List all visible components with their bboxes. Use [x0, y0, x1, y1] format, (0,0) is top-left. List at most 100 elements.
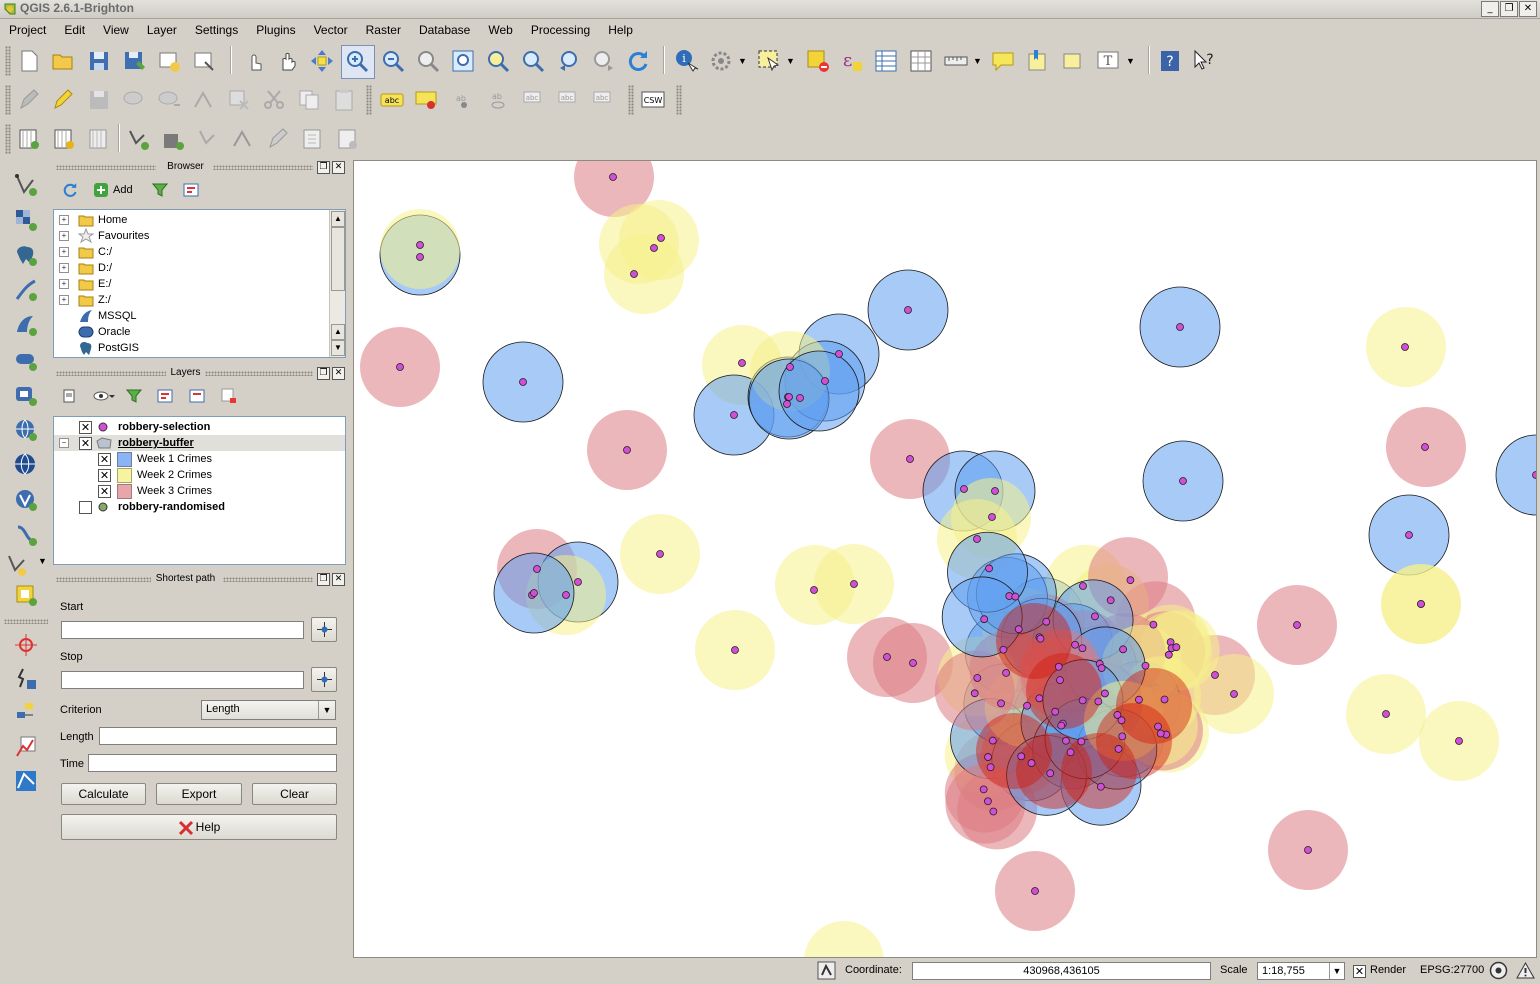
time-field[interactable]	[88, 754, 337, 772]
menu-project[interactable]: Project	[0, 20, 55, 40]
close-panel-button[interactable]: ✕	[332, 367, 345, 380]
legend-checkbox[interactable]: ✕	[98, 453, 111, 466]
expand-icon[interactable]: +	[59, 231, 69, 241]
add-virtual-layer-icon[interactable]	[13, 522, 39, 548]
menu-database[interactable]: Database	[410, 20, 479, 40]
layers-panel-header[interactable]: Layers ❐ ✕	[53, 366, 346, 380]
menu-settings[interactable]: Settings	[186, 20, 247, 40]
dropdown-arrow-icon[interactable]: ▼	[38, 556, 47, 566]
browser-item-postgis[interactable]: PostGIS	[54, 340, 329, 356]
legend-week-1[interactable]: ✕ Week 1 Crimes	[54, 451, 345, 467]
save-project-icon[interactable]	[86, 48, 112, 74]
toolbar-grip[interactable]	[676, 85, 682, 115]
georeferencer-icon[interactable]	[13, 666, 39, 692]
layer-visibility-checkbox[interactable]	[79, 501, 92, 514]
dropdown-arrow-icon[interactable]: ▼	[1126, 56, 1135, 66]
delete-selected-icon[interactable]	[226, 87, 252, 113]
legend-checkbox[interactable]: ✕	[98, 485, 111, 498]
zoom-out-icon[interactable]	[380, 48, 406, 74]
expand-all-icon[interactable]	[157, 388, 173, 404]
zoom-next-icon[interactable]	[591, 48, 617, 74]
csw-icon[interactable]: CSW	[640, 87, 666, 113]
add-raster-layer-icon[interactable]	[13, 207, 39, 233]
clear-button[interactable]: Clear	[252, 783, 337, 805]
rotate-label-icon[interactable]: abc	[555, 87, 581, 113]
toolbar-grip[interactable]	[366, 85, 372, 115]
current-edits-icon[interactable]	[16, 87, 42, 113]
select-by-expression-icon[interactable]: ε	[839, 48, 865, 74]
deselect-all-icon[interactable]	[805, 48, 831, 74]
stop-point-field[interactable]	[61, 671, 304, 689]
expand-icon[interactable]: +	[59, 215, 69, 225]
show-hide-labels-icon[interactable]: ab	[485, 87, 511, 113]
road-graph-icon[interactable]	[13, 734, 39, 760]
menu-edit[interactable]: Edit	[55, 20, 94, 40]
filter-icon[interactable]	[152, 182, 168, 198]
help-button[interactable]: Help	[61, 814, 337, 840]
capture-start-point-button[interactable]	[311, 617, 337, 642]
calculate-button[interactable]: Calculate	[61, 783, 146, 805]
add-wms-layer-icon[interactable]	[13, 382, 39, 408]
menu-plugins[interactable]: Plugins	[247, 20, 304, 40]
chevron-down-icon[interactable]: ▼	[318, 701, 335, 719]
advanced-digitizing-icon[interactable]	[265, 126, 291, 152]
expand-icon[interactable]: +	[59, 279, 69, 289]
shortest-path-panel-header[interactable]: Shortest path ❐ ✕	[53, 572, 346, 586]
zoom-last-icon[interactable]	[556, 48, 582, 74]
browser-panel-header[interactable]: Browser ❐ ✕	[53, 160, 346, 174]
pin-labels-icon[interactable]: ab	[449, 87, 475, 113]
open-project-icon[interactable]	[50, 48, 76, 74]
browser-item-z-drive[interactable]: + Z:/	[54, 292, 329, 308]
field-calculator-icon[interactable]	[908, 48, 934, 74]
identify-features-icon[interactable]: i	[673, 48, 699, 74]
new-project-icon[interactable]	[16, 48, 42, 74]
start-point-field[interactable]	[61, 621, 304, 639]
add-delimited-text-layer-icon[interactable]	[13, 487, 39, 513]
measure-line-icon[interactable]	[943, 48, 969, 74]
open-layer-styling-icon[interactable]	[61, 388, 77, 404]
float-panel-button[interactable]: ❐	[317, 573, 330, 586]
help-contents-icon[interactable]: ?	[1157, 48, 1183, 74]
menu-vector[interactable]: Vector	[305, 20, 357, 40]
pan-map-icon[interactable]	[276, 48, 302, 74]
add-vector-join-icon[interactable]	[16, 126, 42, 152]
move-label-icon[interactable]: abc	[520, 87, 546, 113]
scroll-down-icon[interactable]: ▼	[331, 340, 345, 356]
menu-view[interactable]: View	[94, 20, 138, 40]
minimize-button[interactable]: _	[1481, 1, 1499, 17]
zoom-to-layer-icon[interactable]	[520, 48, 546, 74]
composer-manager-icon[interactable]	[191, 48, 217, 74]
browser-item-c-drive[interactable]: + C:/	[54, 244, 329, 260]
highlight-pinned-labels-icon[interactable]	[414, 87, 440, 113]
add-feature-icon[interactable]	[121, 87, 147, 113]
export-button[interactable]: Export	[156, 783, 242, 805]
float-panel-button[interactable]: ❐	[317, 367, 330, 380]
length-field[interactable]	[99, 727, 337, 745]
dropdown-arrow-icon[interactable]: ▼	[973, 56, 982, 66]
scroll-thumb[interactable]	[331, 227, 345, 291]
toolbar-grip[interactable]	[5, 124, 11, 154]
collapse-icon[interactable]: −	[59, 438, 69, 448]
browser-item-oracle[interactable]: Oracle	[54, 324, 329, 340]
scale-combobox[interactable]: 1:18,755 ▼	[1257, 962, 1345, 980]
menu-processing[interactable]: Processing	[522, 20, 599, 40]
messages-warning-icon[interactable]	[1516, 961, 1535, 980]
change-label-icon[interactable]: abc	[590, 87, 616, 113]
refresh-icon[interactable]	[625, 48, 651, 74]
close-panel-button[interactable]: ✕	[332, 573, 345, 586]
vector-tool-icon[interactable]	[335, 126, 361, 152]
vector-node-icon[interactable]	[230, 126, 256, 152]
filter-legend-icon[interactable]	[126, 388, 142, 404]
save-as-icon[interactable]	[121, 48, 147, 74]
scroll-up-icon[interactable]: ▲	[331, 211, 345, 227]
add-gps-layer-icon[interactable]	[13, 582, 39, 608]
pan-to-selection-icon[interactable]	[309, 48, 335, 74]
collapse-all-icon[interactable]	[189, 388, 205, 404]
legend-week-3[interactable]: ✕ Week 3 Crimes	[54, 483, 345, 499]
coordinate-field[interactable]: 430968,436105	[912, 962, 1211, 980]
expand-icon[interactable]: +	[59, 247, 69, 257]
browser-item-favourites[interactable]: + Favourites	[54, 228, 329, 244]
add-postgis-layer-icon[interactable]	[13, 242, 39, 268]
toggle-extents-icon[interactable]	[817, 961, 836, 980]
add-mssql-layer-icon[interactable]	[13, 312, 39, 338]
